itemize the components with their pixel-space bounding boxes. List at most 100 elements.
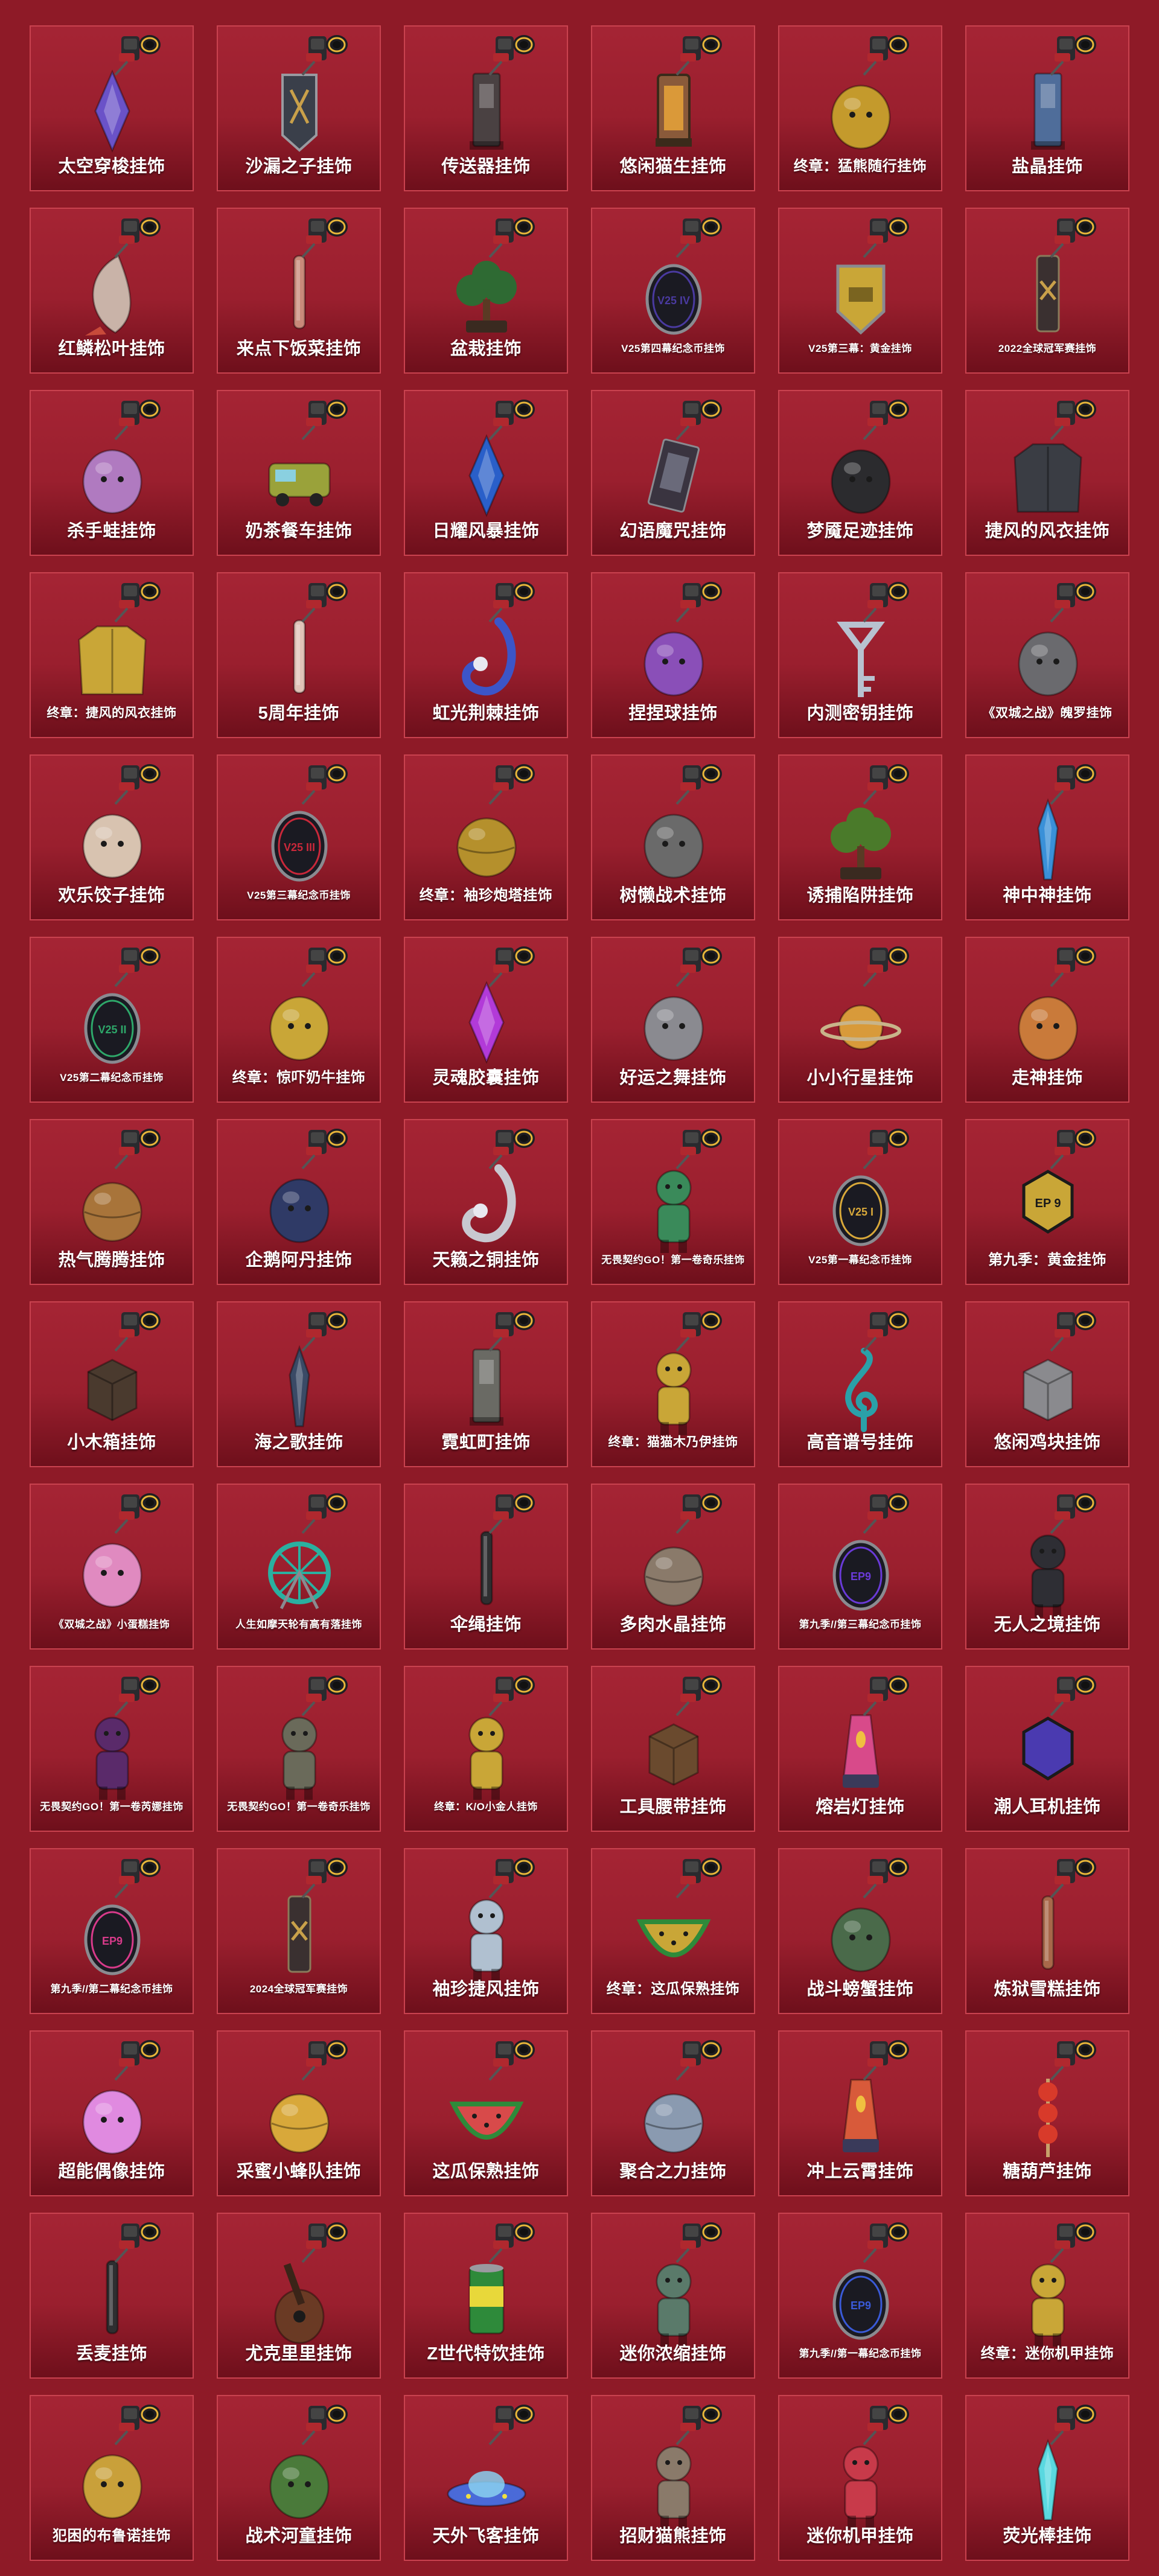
ukulele-icon [274, 2222, 348, 2344]
charm-card[interactable]: 这瓜保熟挂饰 [404, 2030, 568, 2196]
charm-card[interactable]: 梦魇足迹挂饰 [778, 390, 942, 556]
charm-card[interactable]: 终章：袖珍炮塔挂饰 [404, 754, 568, 920]
charm-card[interactable]: 熔岩灯挂饰 [778, 1666, 942, 1832]
charm-card[interactable]: 沙漏之子挂饰 [217, 25, 381, 191]
charm-card[interactable]: 来点下饭菜挂饰 [217, 208, 381, 374]
charm-name: 天籁之铜挂饰 [432, 1251, 540, 1270]
charm-name: 终章：这瓜保熟挂饰 [606, 1981, 740, 1997]
charm-card[interactable]: 无畏契约GO！第一卷奇乐挂饰 [591, 1119, 755, 1285]
charm-card[interactable]: 小小行星挂饰 [778, 937, 942, 1103]
charm-card[interactable]: EP9 第九季//第二幕纪念币挂饰 [30, 1848, 194, 2014]
charm-card[interactable]: 终章：猫猫木乃伊挂饰 [591, 1301, 755, 1467]
charm-card[interactable]: 霓虹町挂饰 [404, 1301, 568, 1467]
charm-card[interactable]: 欢乐饺子挂饰 [30, 754, 194, 920]
charm-card[interactable]: 悠闲鸡块挂饰 [965, 1301, 1129, 1467]
charm-card[interactable]: 海之歌挂饰 [217, 1301, 381, 1467]
charm-card[interactable]: 捏捏球挂饰 [591, 572, 755, 738]
charm-card[interactable]: 无畏契约GO！第一卷芮娜挂饰 [30, 1666, 194, 1832]
charm-name: 无畏契约GO！第一卷奇乐挂饰 [601, 1254, 745, 1266]
charm-card[interactable]: 2024全球冠军赛挂饰 [217, 1848, 381, 2014]
charm-card[interactable]: 虹光荆棘挂饰 [404, 572, 568, 738]
charm-card[interactable]: 《双城之战》小蛋糕挂饰 [30, 1484, 194, 1650]
charm-card[interactable]: 招财猫熊挂饰 [591, 2395, 755, 2561]
charm-card[interactable]: 尤克里里挂饰 [217, 2213, 381, 2379]
charm-card[interactable]: V25 I V25第一幕纪念币挂饰 [778, 1119, 942, 1285]
charm-card[interactable]: 杀手蛙挂饰 [30, 390, 194, 556]
charm-card[interactable]: 荧光棒挂饰 [965, 2395, 1129, 2561]
gold-mummy-cat-icon [656, 1311, 722, 1435]
charm-card[interactable]: V25 III V25第三幕纪念币挂饰 [217, 754, 381, 920]
charm-card[interactable]: 迷你浓缩挂饰 [591, 2213, 755, 2379]
charm-card[interactable]: 犯困的布鲁诺挂饰 [30, 2395, 194, 2561]
charm-card[interactable]: EP 9 第九季：黄金挂饰 [965, 1119, 1129, 1285]
charm-card[interactable]: 伞绳挂饰 [404, 1484, 568, 1650]
charm-name: 盆栽挂饰 [450, 339, 522, 359]
charm-card[interactable]: V25第三幕：黄金挂饰 [778, 208, 942, 374]
charm-card[interactable]: 天籁之铜挂饰 [404, 1119, 568, 1285]
charm-card[interactable]: V25 IV V25第四幕纪念币挂饰 [591, 208, 755, 374]
charm-card[interactable]: 神中神挂饰 [965, 754, 1129, 920]
charm-card[interactable]: 2022全球冠军赛挂饰 [965, 208, 1129, 374]
charm-card[interactable]: 企鹅阿丹挂饰 [217, 1119, 381, 1285]
charm-card[interactable]: 人生如摩天轮有高有落挂饰 [217, 1484, 381, 1650]
charm-card[interactable]: 红鳞松叶挂饰 [30, 208, 194, 374]
charm-card[interactable]: 迷你机甲挂饰 [778, 2395, 942, 2561]
charm-card[interactable]: 聚合之力挂饰 [591, 2030, 755, 2196]
charm-card[interactable]: EP9 第九季//第三幕纪念币挂饰 [778, 1484, 942, 1650]
charm-card[interactable]: 诱捕陷阱挂饰 [778, 754, 942, 920]
charm-card[interactable]: 树懒战术挂饰 [591, 754, 755, 920]
charm-name: V25第二幕纪念币挂饰 [60, 1072, 164, 1083]
charm-card[interactable]: 高音谱号挂饰 [778, 1301, 942, 1467]
charm-card[interactable]: 采蜜小蜂队挂饰 [217, 2030, 381, 2196]
charm-card[interactable]: 终章：捷风的风衣挂饰 [30, 572, 194, 738]
charm-card[interactable]: 好运之舞挂饰 [591, 937, 755, 1103]
charm-card[interactable]: 战斗螃蟹挂饰 [778, 1848, 942, 2014]
charm-card[interactable]: 悠闲猫生挂饰 [591, 25, 755, 191]
charm-card[interactable]: 终章：猛熊随行挂饰 [778, 25, 942, 191]
charm-card[interactable]: 热气腾腾挂饰 [30, 1119, 194, 1285]
charm-card[interactable]: V25 II V25第二幕纪念币挂饰 [30, 937, 194, 1103]
buddy-clip [301, 582, 348, 623]
buddy-clip [863, 400, 909, 441]
charm-card[interactable]: 炼狱雪糕挂饰 [965, 1848, 1129, 2014]
crate-icon [87, 1311, 161, 1421]
charm-card[interactable]: 袖珍捷风挂饰 [404, 1848, 568, 2014]
charm-card[interactable]: 超能偶像挂饰 [30, 2030, 194, 2196]
charm-card[interactable]: 多肉水晶挂饰 [591, 1484, 755, 1650]
charm-card[interactable]: 终章：这瓜保熟挂饰 [591, 1848, 755, 2014]
charm-card[interactable]: 丢麦挂饰 [30, 2213, 194, 2379]
charm-card[interactable]: 小木箱挂饰 [30, 1301, 194, 1467]
charm-card[interactable]: 《双城之战》魄罗挂饰 [965, 572, 1129, 738]
charm-card[interactable]: 传送器挂饰 [404, 25, 568, 191]
charm-card[interactable]: 5周年挂饰 [217, 572, 381, 738]
charm-card[interactable]: 终章：惊吓奶牛挂饰 [217, 937, 381, 1103]
buddy-clip [488, 400, 535, 441]
blue-blade-icon [1037, 764, 1096, 881]
charm-name: 太空穿梭挂饰 [58, 157, 165, 176]
charm-card[interactable]: 天外飞客挂饰 [404, 2395, 568, 2561]
charm-card[interactable]: 幻语魔咒挂饰 [591, 390, 755, 556]
charm-card[interactable]: 终章：迷你机甲挂饰 [965, 2213, 1129, 2379]
charm-card[interactable]: 灵魂胶囊挂饰 [404, 937, 568, 1103]
charm-card[interactable]: 终章：K/O小金人挂饰 [404, 1666, 568, 1832]
charm-card[interactable]: Z世代特饮挂饰 [404, 2213, 568, 2379]
charm-card[interactable]: 太空穿梭挂饰 [30, 25, 194, 191]
charm-card[interactable]: 内测密钥挂饰 [778, 572, 942, 738]
charm-card[interactable]: 无畏契约GO！第一卷奇乐挂饰 [217, 1666, 381, 1832]
charm-card[interactable]: 盐晶挂饰 [965, 25, 1129, 191]
ep9-gold-icon: EP 9 [1022, 1129, 1096, 1234]
charm-card[interactable]: 糖葫芦挂饰 [965, 2030, 1129, 2196]
charm-card[interactable]: 冲上云霄挂饰 [778, 2030, 942, 2196]
charm-card[interactable]: 走神挂饰 [965, 937, 1129, 1103]
charm-card[interactable]: 奶茶餐车挂饰 [217, 390, 381, 556]
charm-card[interactable]: 无人之境挂饰 [965, 1484, 1129, 1650]
charm-card[interactable]: 战术河童挂饰 [217, 2395, 381, 2561]
charm-card[interactable]: 捷风的风衣挂饰 [965, 390, 1129, 556]
buddy-clip [675, 1675, 722, 1717]
poro-icon [1018, 582, 1096, 697]
charm-card[interactable]: 日耀风暴挂饰 [404, 390, 568, 556]
charm-card[interactable]: 盆栽挂饰 [404, 208, 568, 374]
charm-card[interactable]: EP9 第九季//第一幕纪念币挂饰 [778, 2213, 942, 2379]
charm-card[interactable]: 潮人耳机挂饰 [965, 1666, 1129, 1832]
charm-card[interactable]: 工具腰带挂饰 [591, 1666, 755, 1832]
